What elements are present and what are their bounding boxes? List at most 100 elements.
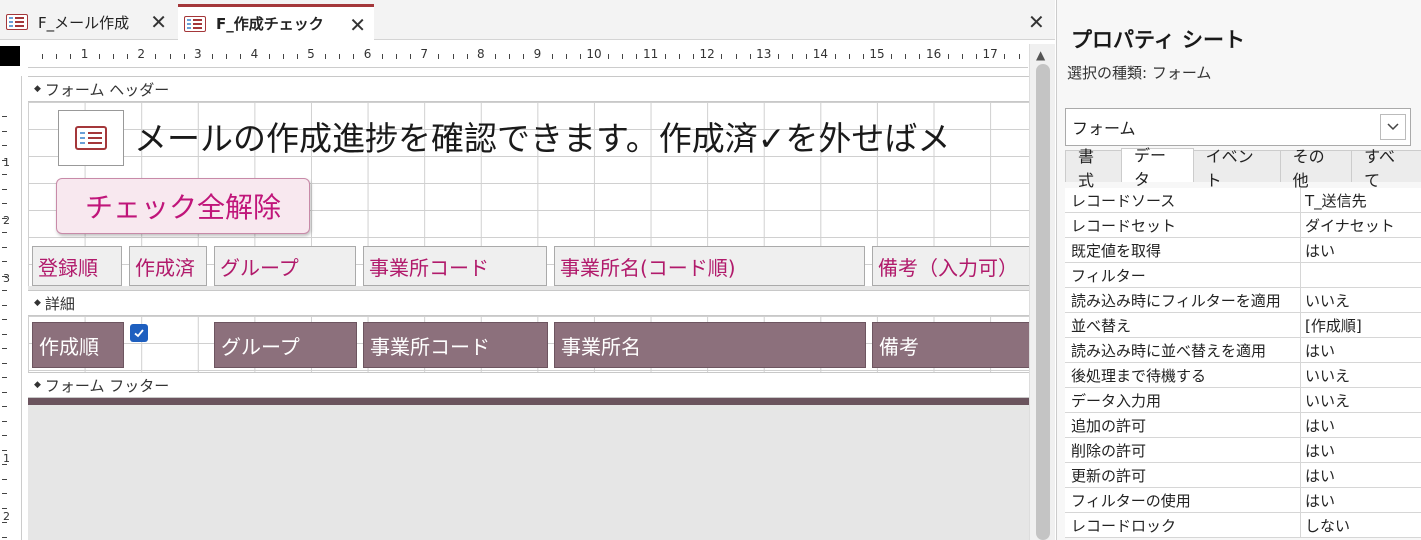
property-row[interactable]: 削除の許可 はい bbox=[1065, 438, 1421, 463]
property-row[interactable]: 読み込み時にフィルターを適用 いいえ bbox=[1065, 288, 1421, 313]
tab-mail-create[interactable]: F_メール作成 ✕ bbox=[0, 4, 175, 40]
property-value[interactable]: はい bbox=[1301, 413, 1421, 437]
ruler-tick bbox=[452, 54, 454, 59]
property-value[interactable]: はい bbox=[1301, 438, 1421, 462]
form-icon bbox=[75, 126, 107, 150]
chevron-down-icon[interactable] bbox=[1380, 114, 1406, 140]
section-bar-detail[interactable]: ◆ 詳細 bbox=[28, 290, 1029, 316]
section-bar-label: フォーム フッター bbox=[44, 376, 170, 395]
property-row[interactable]: フィルター bbox=[1065, 263, 1421, 288]
property-value[interactable]: いいえ bbox=[1301, 363, 1421, 387]
ruler-tick bbox=[961, 54, 963, 59]
section-bar-form-header[interactable]: ◆ フォーム ヘッダー bbox=[28, 76, 1029, 102]
property-value[interactable]: いいえ bbox=[1301, 388, 1421, 412]
form-logo-image[interactable] bbox=[58, 110, 124, 166]
tab-other[interactable]: その他 bbox=[1279, 147, 1353, 190]
property-name: 追加の許可 bbox=[1065, 413, 1301, 437]
property-row[interactable]: 更新の許可 はい bbox=[1065, 463, 1421, 488]
vertical-scrollbar[interactable]: ▲ bbox=[1029, 44, 1055, 540]
property-row[interactable]: レコードロック しない bbox=[1065, 513, 1421, 538]
property-value[interactable] bbox=[1301, 263, 1421, 287]
ruler-number: 15 bbox=[869, 47, 885, 61]
field-creation-order[interactable]: 作成順 bbox=[32, 322, 124, 368]
property-value[interactable]: いいえ bbox=[1301, 288, 1421, 312]
ruler-tick bbox=[1004, 54, 1006, 59]
ruler-tick bbox=[891, 54, 893, 59]
clear-all-checks-button[interactable]: チェック全解除 bbox=[56, 178, 310, 234]
property-value[interactable]: はい bbox=[1301, 338, 1421, 362]
header-label-group[interactable]: グループ bbox=[214, 246, 356, 286]
tab-data[interactable]: データ bbox=[1121, 146, 1194, 189]
ruler-tick bbox=[2, 478, 7, 480]
ruler-tick bbox=[2, 261, 7, 262]
horizontal-ruler[interactable]: 1 2 3 4 5 6 7 8 9 10 11 12 13 14 15 16 17 bbox=[28, 44, 1034, 68]
form-footer-section[interactable] bbox=[28, 398, 1029, 405]
created-checkbox[interactable] bbox=[130, 324, 148, 342]
property-row[interactable]: 既定値を取得 はい bbox=[1065, 238, 1421, 263]
close-icon[interactable]: ✕ bbox=[349, 13, 366, 37]
property-row[interactable]: 後処理まで待機する いいえ bbox=[1065, 363, 1421, 388]
field-office-name[interactable]: 事業所名 bbox=[554, 322, 866, 368]
property-sheet-title: プロパティ シート bbox=[1071, 28, 1246, 52]
property-row[interactable]: 読み込み時に並べ替えを適用 はい bbox=[1065, 338, 1421, 363]
header-label-created[interactable]: 作成済 bbox=[129, 246, 207, 286]
ruler-tick bbox=[862, 54, 864, 59]
vertical-ruler[interactable]: 1 2 3 1 2 bbox=[0, 76, 22, 540]
header-label-registration-order[interactable]: 登録順 bbox=[32, 246, 122, 286]
document-tab-bar: F_メール作成 ✕ F_作成チェック ✕ ✕ bbox=[0, 0, 1055, 40]
header-label-office-name[interactable]: 事業所名(コード順) bbox=[554, 246, 865, 286]
property-row[interactable]: レコードソース T_送信先 bbox=[1065, 188, 1421, 213]
object-selector-dropdown[interactable]: フォーム bbox=[1065, 108, 1411, 146]
ruler-number: 11 bbox=[642, 47, 659, 61]
ruler-tick bbox=[2, 174, 7, 175]
close-icon[interactable]: ✕ bbox=[150, 10, 167, 34]
header-label-office-code[interactable]: 事業所コード bbox=[363, 246, 547, 286]
ruler-tick bbox=[551, 54, 553, 59]
ruler-tick bbox=[2, 319, 7, 320]
property-row[interactable]: 並べ替え [作成順] bbox=[1065, 313, 1421, 338]
ruler-tick bbox=[579, 54, 581, 59]
field-office-code[interactable]: 事業所コード bbox=[363, 322, 548, 368]
property-value[interactable]: しない bbox=[1301, 513, 1421, 537]
header-label-remarks[interactable]: 備考（入力可） bbox=[872, 246, 1029, 286]
property-row[interactable]: フィルターの使用 はい bbox=[1065, 488, 1421, 513]
property-value[interactable]: ダイナセット bbox=[1301, 213, 1421, 237]
property-value[interactable]: T_送信先 bbox=[1301, 188, 1421, 212]
tab-event[interactable]: イベント bbox=[1192, 147, 1281, 190]
property-row[interactable]: データ入力用 いいえ bbox=[1065, 388, 1421, 413]
scrollbar-thumb[interactable] bbox=[1036, 64, 1050, 540]
property-row[interactable]: 追加の許可 はい bbox=[1065, 413, 1421, 438]
property-value[interactable]: はい bbox=[1301, 488, 1421, 512]
property-row[interactable]: レコードセット ダイナセット bbox=[1065, 213, 1421, 238]
ruler-tick bbox=[664, 54, 666, 59]
field-group[interactable]: グループ bbox=[214, 322, 357, 368]
tab-format[interactable]: 書式 bbox=[1065, 147, 1123, 190]
ruler-tick bbox=[905, 54, 907, 59]
field-remarks[interactable]: 備考 bbox=[872, 322, 1029, 368]
ruler-number: 2 bbox=[3, 510, 10, 523]
tab-create-check[interactable]: F_作成チェック ✕ bbox=[178, 4, 374, 40]
property-value[interactable]: はい bbox=[1301, 238, 1421, 262]
ruler-tick bbox=[494, 54, 496, 59]
ruler-tick bbox=[2, 232, 7, 233]
property-value[interactable]: [作成順] bbox=[1301, 313, 1421, 337]
ruler-tick bbox=[127, 54, 129, 59]
tab-all[interactable]: すべて bbox=[1351, 147, 1421, 190]
close-document-icon[interactable]: ✕ bbox=[1028, 10, 1045, 34]
ruler-tick bbox=[2, 493, 7, 494]
section-arrow-icon: ◆ bbox=[34, 298, 41, 308]
ruler-tick bbox=[282, 54, 284, 59]
section-bar-form-footer[interactable]: ◆ フォーム フッター bbox=[28, 372, 1029, 398]
tab-label: F_メール作成 bbox=[38, 13, 130, 32]
ruler-tick bbox=[1018, 54, 1020, 59]
scroll-up-icon[interactable]: ▲ bbox=[1036, 48, 1045, 62]
ruler-tick bbox=[919, 54, 921, 59]
ruler-tick bbox=[466, 54, 468, 59]
form-title-label[interactable]: メールの作成進捗を確認できます。作成済✓を外せばメ bbox=[134, 112, 950, 160]
ruler-tick bbox=[353, 54, 355, 59]
property-value[interactable]: はい bbox=[1301, 463, 1421, 487]
ruler-tick bbox=[2, 391, 7, 393]
ruler-tick bbox=[2, 188, 7, 190]
ruler-tick bbox=[806, 54, 808, 59]
form-selector[interactable] bbox=[0, 46, 20, 66]
